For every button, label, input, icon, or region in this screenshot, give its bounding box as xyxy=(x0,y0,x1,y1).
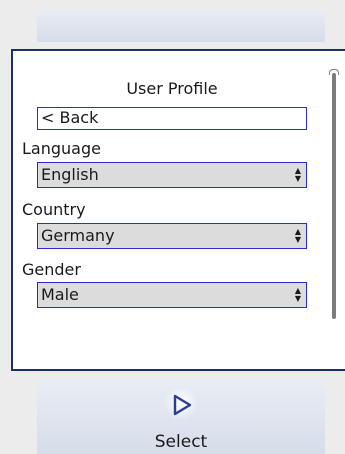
country-label: Country xyxy=(22,200,86,219)
softkey-bar: Select xyxy=(37,380,325,454)
country-select[interactable]: Germany ▲ ▼ xyxy=(37,223,307,249)
gender-select[interactable]: Male ▲ ▼ xyxy=(37,282,307,308)
top-status-bar xyxy=(37,10,325,42)
gender-value: Male xyxy=(41,285,79,304)
select-arrows-icon: ▲ ▼ xyxy=(294,286,301,303)
device-screen: User Profile < Back Language English ▲ ▼ … xyxy=(0,0,345,454)
play-triangle-icon[interactable] xyxy=(164,388,198,422)
select-arrows-icon: ▲ ▼ xyxy=(294,227,301,244)
select-softkey-label[interactable]: Select xyxy=(37,432,325,452)
back-link[interactable]: < Back xyxy=(37,107,307,130)
select-arrows-icon: ▲ ▼ xyxy=(294,166,301,183)
language-value: English xyxy=(41,165,99,184)
user-profile-panel: User Profile < Back Language English ▲ ▼ … xyxy=(11,49,345,371)
language-label: Language xyxy=(22,139,101,158)
page-title: User Profile xyxy=(126,79,218,98)
country-value: Germany xyxy=(41,226,115,245)
gender-label: Gender xyxy=(22,260,81,279)
scrollbar[interactable] xyxy=(332,73,336,319)
language-select[interactable]: English ▲ ▼ xyxy=(37,162,307,188)
